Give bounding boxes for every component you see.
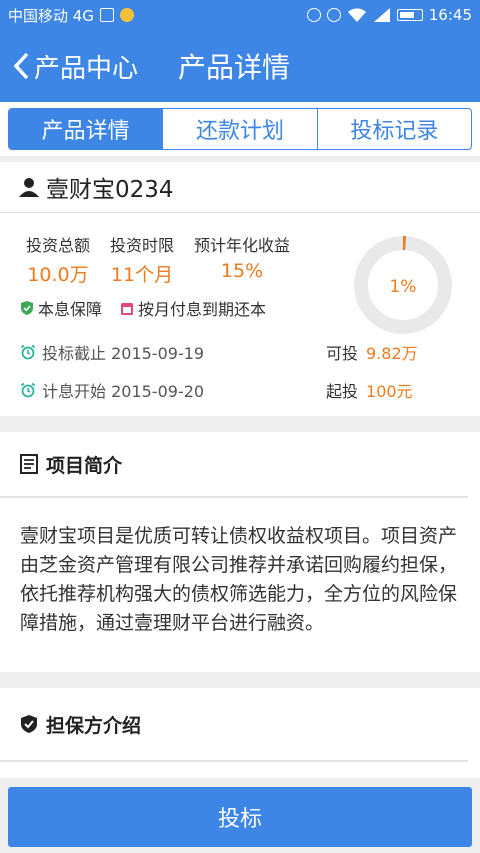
stat-annual-yield: 预计年化收益 15% bbox=[194, 232, 290, 287]
stat-label: 投资总额 bbox=[26, 236, 91, 255]
tag-principal-guarantee: 本息保障 bbox=[20, 296, 102, 320]
stat-value: 10.0万 bbox=[27, 264, 89, 286]
project-intro-text: 壹财宝项目是优质可转让债权收益权项目。项目资产由芝金资产管理有限公司推荐并承诺回… bbox=[20, 525, 458, 634]
tab-product-details[interactable]: 产品详情 bbox=[9, 109, 163, 149]
app-notification-icon bbox=[119, 8, 134, 22]
progress-donut: 1% bbox=[354, 236, 452, 334]
tag-repayment-method: 按月付息到期还本 bbox=[120, 296, 266, 320]
project-intro-header: 项目简介 bbox=[0, 432, 468, 498]
guarantor-header[interactable]: 担保方介绍 bbox=[0, 688, 468, 762]
nav-bar: 产品中心 产品详情 bbox=[0, 30, 480, 102]
bid-deadline: 投标截止 2015-09-19 bbox=[42, 344, 205, 363]
available-value: 9.82万 bbox=[366, 344, 418, 363]
document-icon bbox=[20, 454, 38, 474]
battery-icon bbox=[396, 9, 423, 21]
clock-text: 16:45 bbox=[428, 6, 472, 24]
tag-label: 本息保障 bbox=[38, 300, 103, 319]
invest-button[interactable]: 投标 bbox=[8, 787, 472, 847]
section-title: 项目简介 bbox=[46, 454, 123, 477]
tag-label: 按月付息到期还本 bbox=[138, 300, 267, 319]
stat-label: 投资时限 bbox=[110, 236, 175, 255]
calendar-icon bbox=[121, 302, 134, 315]
carrier-text: 中国移动 4G bbox=[8, 6, 94, 25]
image-icon bbox=[99, 8, 114, 22]
alarm-icon bbox=[326, 8, 341, 22]
product-card: 壹财宝0234 投资总额 10.0万 投资时限 11个月 预计年化收益 15% … bbox=[0, 162, 480, 416]
bid-deadline-row: 投标截止 2015-09-19 bbox=[20, 340, 204, 364]
stat-label: 预计年化收益 bbox=[194, 236, 291, 255]
min-invest-label: 起投 bbox=[326, 382, 359, 401]
segmented-tabs: 产品详情 还款计划 投标记录 bbox=[8, 108, 472, 150]
product-tags: 本息保障 按月付息到期还本 bbox=[20, 296, 266, 320]
status-bar: 中国移动 4G 16:45 bbox=[0, 0, 480, 30]
tabs-bar: 产品详情 还款计划 投标记录 bbox=[0, 102, 480, 156]
alarm-clock-icon bbox=[20, 344, 36, 360]
project-intro-card: 项目简介 壹财宝项目是优质可转让债权收益权项目。项目资产由芝金资产管理有限公司推… bbox=[0, 432, 480, 672]
interest-start: 计息开始 2015-09-20 bbox=[42, 382, 205, 401]
guarantor-card[interactable]: 担保方介绍 bbox=[0, 688, 480, 778]
tab-repayment-plan[interactable]: 还款计划 bbox=[162, 109, 316, 149]
wifi-icon bbox=[347, 8, 366, 22]
alarm-clock-icon bbox=[20, 382, 36, 398]
shield-check-icon bbox=[21, 715, 37, 733]
min-invest-row: 起投 100元 bbox=[326, 378, 413, 402]
min-invest-value: 100元 bbox=[366, 382, 413, 401]
progress-label: 1% bbox=[390, 277, 417, 297]
tab-bid-records[interactable]: 投标记录 bbox=[316, 109, 471, 149]
vibrate-icon bbox=[306, 8, 321, 22]
shield-check-icon bbox=[21, 301, 33, 315]
stat-total-amount: 投资总额 10.0万 bbox=[26, 232, 90, 287]
product-stats: 投资总额 10.0万 投资时限 11个月 预计年化收益 15% bbox=[26, 232, 290, 287]
available-amount-row: 可投 9.82万 bbox=[326, 340, 418, 364]
back-button[interactable]: 产品中心 bbox=[12, 48, 138, 85]
chevron-left-icon bbox=[13, 52, 29, 80]
page-title: 产品详情 bbox=[178, 51, 291, 84]
interest-start-row: 计息开始 2015-09-20 bbox=[20, 378, 204, 402]
stat-value: 15% bbox=[220, 260, 264, 282]
product-header: 壹财宝0234 bbox=[0, 162, 480, 213]
back-label: 产品中心 bbox=[34, 53, 139, 84]
product-name: 壹财宝0234 bbox=[46, 177, 174, 203]
section-title: 担保方介绍 bbox=[46, 714, 142, 737]
stat-value: 11个月 bbox=[110, 264, 174, 286]
signal-icon bbox=[373, 8, 390, 22]
user-icon bbox=[19, 178, 39, 197]
available-label: 可投 bbox=[326, 344, 359, 363]
stat-term: 投资时限 11个月 bbox=[110, 232, 174, 287]
